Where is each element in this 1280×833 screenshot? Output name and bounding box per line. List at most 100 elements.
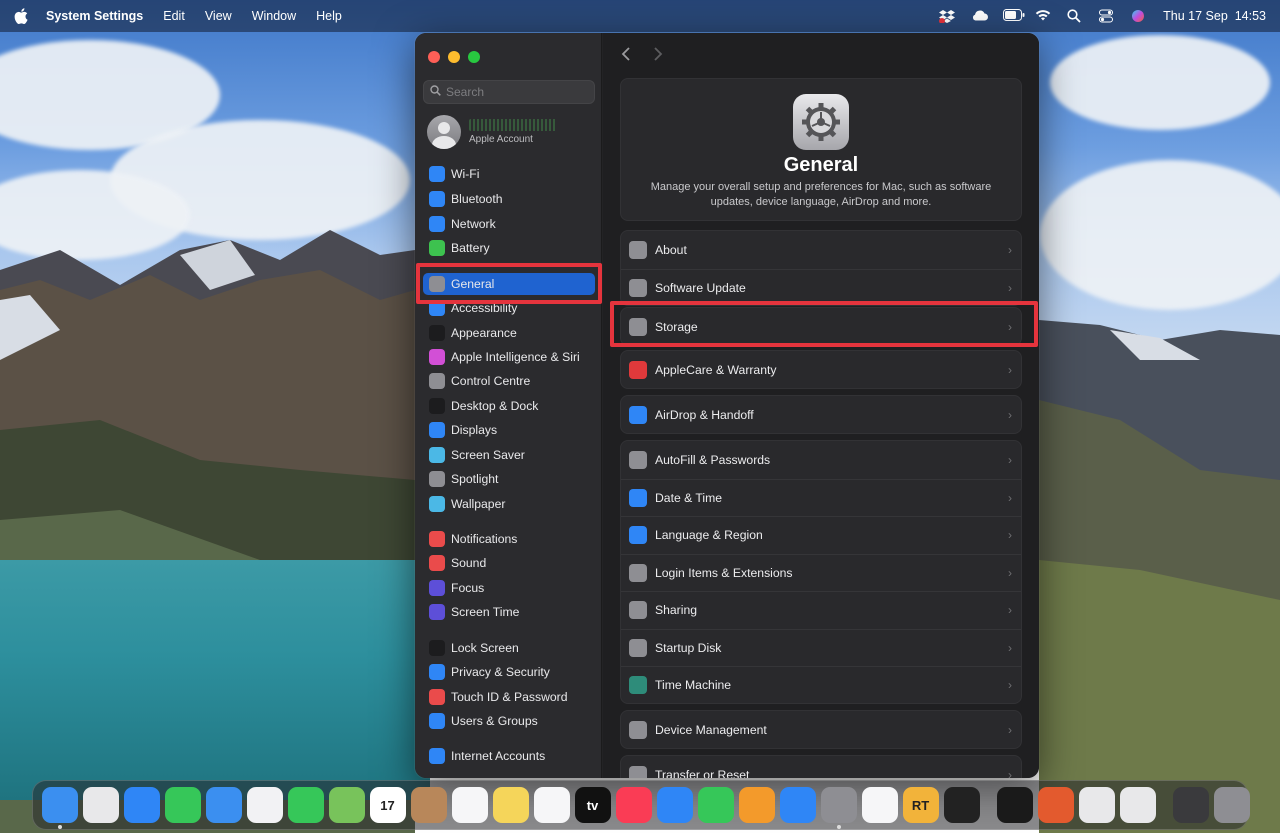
sidebar-item-screen-saver[interactable]: Screen Saver <box>423 444 595 466</box>
row-airdrop-handoff[interactable]: AirDrop & Handoff › <box>621 396 1021 433</box>
menu-help[interactable]: Help <box>316 9 342 23</box>
sidebar-item-sound[interactable]: Sound <box>423 552 595 574</box>
forward-icon[interactable] <box>653 45 667 68</box>
rt-app-icon[interactable]: RT <box>902 787 939 823</box>
apple-menu-icon[interactable] <box>14 8 28 24</box>
messages-icon[interactable] <box>164 787 201 823</box>
news-icon[interactable] <box>861 787 898 823</box>
sidebar-item-screen-time[interactable]: Screen Time <box>423 601 595 623</box>
spotlight-icon <box>429 471 445 487</box>
minimize-button[interactable] <box>448 51 460 63</box>
finder-icon[interactable] <box>41 787 78 829</box>
dock-app-label: tv <box>586 797 599 813</box>
sidebar-item-notifications[interactable]: Notifications <box>423 528 595 550</box>
row-login-items-extensions[interactable]: Login Items & Extensions › <box>621 553 1021 591</box>
row-language-region[interactable]: Language & Region › <box>621 516 1021 553</box>
storage-highlight-box <box>610 301 1038 347</box>
sidebar-item-control-centre[interactable]: Control Centre <box>423 370 595 392</box>
sidebar-item-appearance[interactable]: Appearance <box>423 322 595 344</box>
sidebar-item-users-groups[interactable]: Users & Groups <box>423 710 595 732</box>
activity-monitor-icon[interactable] <box>943 787 980 823</box>
chevron-right-icon: › <box>1008 640 1012 655</box>
photos-icon[interactable] <box>246 787 283 823</box>
row-transfer-or-reset[interactable]: Transfer or Reset › <box>621 756 1021 778</box>
row-label: Transfer or Reset <box>655 767 750 779</box>
close-button[interactable] <box>428 51 440 63</box>
menu-view[interactable]: View <box>205 9 232 23</box>
app-store-icon[interactable] <box>779 787 816 823</box>
focus-icon <box>429 580 445 596</box>
row-about[interactable]: About › <box>621 231 1021 268</box>
sidebar-item-focus[interactable]: Focus <box>423 577 595 599</box>
sidebar-item-displays[interactable]: Displays <box>423 419 595 441</box>
row-label: Sharing <box>655 603 698 617</box>
page-title: General <box>783 154 859 176</box>
control-centre-status-icon[interactable] <box>1099 9 1115 23</box>
chevron-right-icon: › <box>1008 407 1012 422</box>
facetime-icon[interactable] <box>287 787 324 823</box>
siri-status-icon[interactable] <box>1131 9 1147 23</box>
surfshark-icon[interactable] <box>1037 787 1074 823</box>
apple-tv-icon[interactable]: tv <box>574 787 611 823</box>
avatar <box>427 115 461 149</box>
search-input[interactable] <box>446 85 586 99</box>
sidebar-item-spotlight[interactable]: Spotlight <box>423 468 595 490</box>
trash-icon[interactable] <box>1213 787 1250 823</box>
row-date-time[interactable]: Date & Time › <box>621 478 1021 516</box>
row-applecare-warranty[interactable]: AppleCare & Warranty › <box>621 351 1021 388</box>
numbers-icon[interactable] <box>697 787 734 823</box>
row-autofill-passwords[interactable]: AutoFill & Passwords › <box>621 441 1021 478</box>
calendar-icon[interactable]: 17 <box>369 787 406 823</box>
notes-icon[interactable] <box>492 787 529 823</box>
safari-icon[interactable] <box>123 787 160 823</box>
contacts-icon[interactable] <box>410 787 447 823</box>
row-startup-disk[interactable]: Startup Disk › <box>621 628 1021 666</box>
menu-app-name[interactable]: System Settings <box>46 9 143 23</box>
sidebar-item-desktop-dock[interactable]: Desktop & Dock <box>423 395 595 417</box>
sidebar-item-wallpaper[interactable]: Wallpaper <box>423 493 595 515</box>
row-time-machine[interactable]: Time Machine › <box>621 666 1021 703</box>
row-device-management[interactable]: Device Management › <box>621 711 1021 748</box>
row-software-update[interactable]: Software Update › <box>621 268 1021 306</box>
apple-account-item[interactable]: Apple Account <box>427 114 592 150</box>
sidebar-item-label: Screen Time <box>451 605 520 619</box>
menu-edit[interactable]: Edit <box>163 9 185 23</box>
dock-app-label: 17 <box>380 797 395 813</box>
sidebar-item-touch-id-password[interactable]: Touch ID & Password <box>423 686 595 708</box>
wifi-status-icon[interactable] <box>1035 9 1051 23</box>
preview-icon[interactable] <box>1119 787 1156 823</box>
search-status-icon[interactable] <box>1067 9 1083 23</box>
gear-icon <box>793 94 849 150</box>
login-items-icon <box>629 563 647 582</box>
screen-time-icon <box>429 604 445 620</box>
shield-app-icon[interactable] <box>1078 787 1115 823</box>
sidebar-item-privacy-security[interactable]: Privacy & Security <box>423 661 595 683</box>
pages-icon[interactable] <box>738 787 775 823</box>
sidebar-item-wi-fi[interactable]: Wi-Fi <box>423 163 595 185</box>
keyboard-app-icon[interactable] <box>1172 787 1209 823</box>
reminders-icon[interactable] <box>451 787 488 823</box>
launchpad-icon[interactable] <box>82 787 119 823</box>
music-icon[interactable] <box>615 787 652 823</box>
sidebar-item-internet-accounts[interactable]: Internet Accounts <box>423 745 595 767</box>
maps-icon[interactable] <box>328 787 365 823</box>
menu-window[interactable]: Window <box>252 9 296 23</box>
cloud-status-icon[interactable] <box>971 9 989 23</box>
row-label: AirDrop & Handoff <box>655 407 754 422</box>
system-settings-icon[interactable] <box>820 787 857 829</box>
battery-status-icon[interactable] <box>1003 9 1025 23</box>
row-sharing[interactable]: Sharing › <box>621 591 1021 628</box>
sidebar-item-network[interactable]: Network <box>423 213 595 235</box>
zoom-button[interactable] <box>468 51 480 63</box>
mail-icon[interactable] <box>205 787 242 823</box>
sidebar-item-bluetooth[interactable]: Bluetooth <box>423 188 595 210</box>
back-icon[interactable] <box>621 45 635 68</box>
dropbox-status-icon[interactable] <box>939 9 956 24</box>
menubar-clock[interactable]: Thu 17 Sep 14:53 <box>1163 9 1266 23</box>
freeform-icon[interactable] <box>533 787 570 823</box>
piano-icon[interactable] <box>996 787 1033 823</box>
sidebar-item-lock-screen[interactable]: Lock Screen <box>423 637 595 659</box>
keynote-icon[interactable] <box>656 787 693 823</box>
sidebar-item-apple-intelligence-siri[interactable]: Apple Intelligence & Siri <box>423 346 595 368</box>
sidebar-item-battery[interactable]: Battery <box>423 237 595 259</box>
